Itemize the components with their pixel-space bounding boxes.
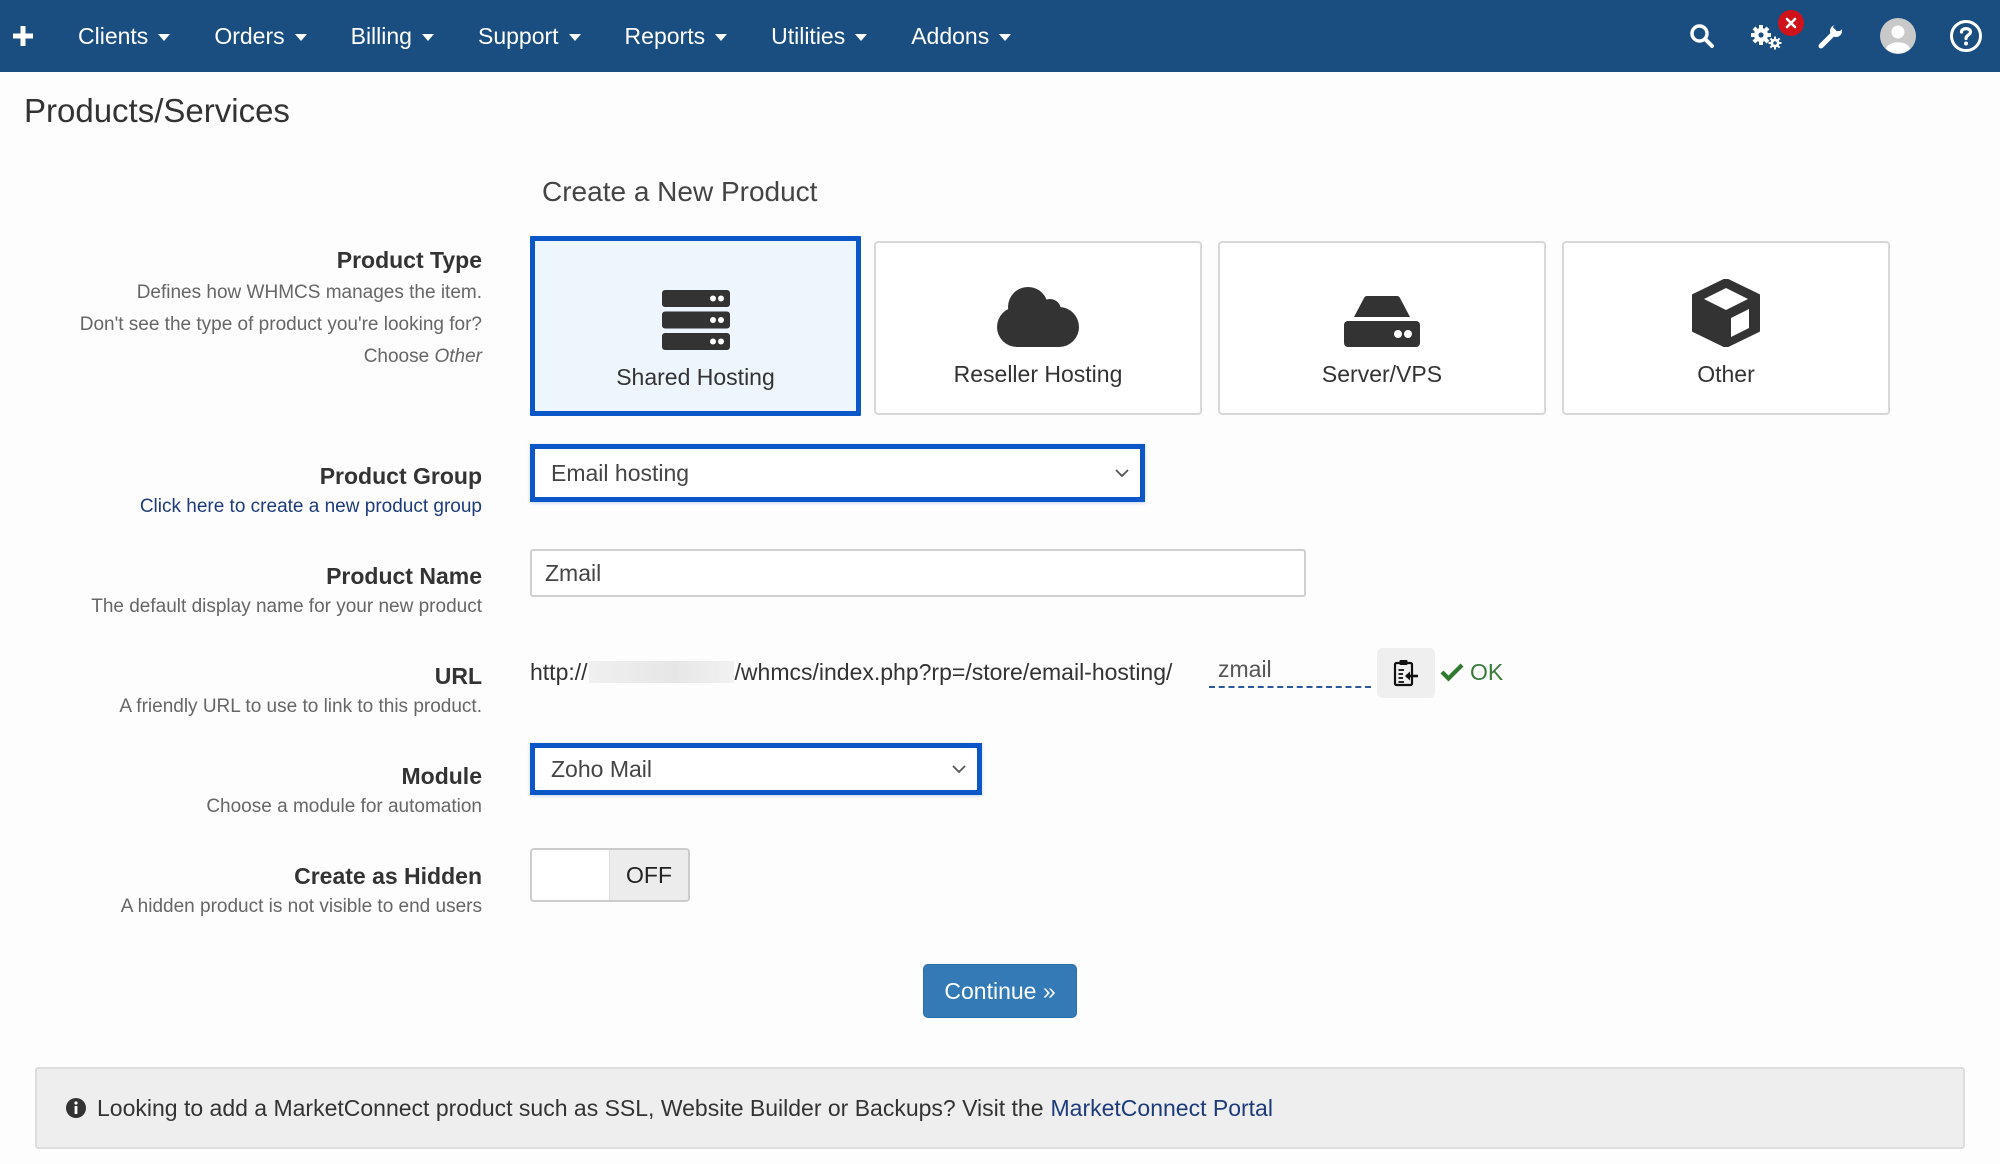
caret-down-icon <box>855 34 868 41</box>
product-name-label: Product Name <box>326 563 482 589</box>
choose-prefix: Choose <box>363 346 430 367</box>
choose-other: Other <box>434 346 482 367</box>
product-type-help-2: Don't see the type of product you're loo… <box>79 314 482 335</box>
nav-item-label: Addons <box>911 22 990 49</box>
nav-item-label: Billing <box>350 22 412 49</box>
module-label: Module <box>401 763 483 789</box>
nav-item-label: Reports <box>624 22 706 49</box>
chevron-down-icon <box>952 765 966 774</box>
module-label-group: Module Choose a module for automation <box>0 761 482 823</box>
redacted-domain <box>588 661 734 683</box>
search-icon <box>1690 24 1714 48</box>
url-prefix: http:// <box>530 658 588 685</box>
section-title: Create a New Product <box>542 176 818 207</box>
close-x-icon <box>1785 17 1797 29</box>
toggle-knob <box>532 850 610 900</box>
clipboard-paste-icon <box>1393 660 1418 687</box>
create-hidden-toggle[interactable]: OFF <box>530 848 690 902</box>
hidden-help: A hidden product is not visible to end u… <box>120 896 482 917</box>
url-path: /whmcs/index.php?rp=/store/email-hosting… <box>734 658 1173 685</box>
product-name-input[interactable]: Zmail <box>530 549 1306 597</box>
product-type-option-label: Shared Hosting <box>616 364 775 390</box>
url-slug-input[interactable]: zmail <box>1209 652 1371 688</box>
product-type-help-1: Defines how WHMCS manages the item. <box>136 282 482 303</box>
module-help: Choose a module for automation <box>206 796 482 817</box>
caret-down-icon <box>158 34 171 41</box>
system-health-button[interactable] <box>1734 0 1804 72</box>
nav-item-clients[interactable]: Clients <box>62 0 186 72</box>
product-type-label-group: Product Type Defines how WHMCS manages t… <box>0 245 482 373</box>
nav-item-label: Utilities <box>771 22 846 49</box>
nav-item-addons[interactable]: Addons <box>895 0 1027 72</box>
checkmark-icon <box>1440 663 1464 682</box>
product-type-option-label: Other <box>1697 361 1755 387</box>
help-button[interactable] <box>1932 0 2000 72</box>
product-type-shared-hosting[interactable]: Shared Hosting <box>530 236 861 416</box>
nav-item-utilities[interactable]: Utilities <box>755 0 883 72</box>
product-type-reseller-hosting[interactable]: Reseller Hosting <box>874 241 1202 415</box>
top-navbar: Clients Orders Billing Support Reports U… <box>0 0 2000 72</box>
url-label: URL <box>434 663 482 689</box>
url-help: A friendly URL to use to link to this pr… <box>119 696 482 717</box>
product-name-label-group: Product Name The default display name fo… <box>0 561 482 623</box>
product-group-label-group: Product Group Click here to create a new… <box>0 461 482 523</box>
nav-item-orders[interactable]: Orders <box>198 0 322 72</box>
nav-item-label: Orders <box>214 22 285 49</box>
product-type-option-label: Server/VPS <box>1321 361 1443 387</box>
cloud-icon <box>997 287 1079 347</box>
nav-item-label: Support <box>477 22 559 49</box>
page-title: Products/Services <box>24 92 290 129</box>
url-label-group: URL A friendly URL to use to link to thi… <box>0 661 482 723</box>
product-group-select[interactable]: Email hosting <box>530 444 1145 502</box>
plus-icon <box>13 26 33 46</box>
product-group-value: Email hosting <box>551 459 690 486</box>
marketconnect-portal-link[interactable]: MarketConnect Portal <box>1051 1095 1273 1122</box>
url-status-text: OK <box>1470 658 1504 685</box>
setup-button[interactable] <box>1798 0 1864 72</box>
continue-button[interactable]: Continue » <box>923 964 1077 1018</box>
nav-item-reports[interactable]: Reports <box>609 0 744 72</box>
caret-down-icon <box>568 34 581 41</box>
hdd-icon <box>1344 296 1420 347</box>
add-new-button[interactable] <box>0 0 46 72</box>
server-stack-icon <box>661 290 730 350</box>
create-product-group-link[interactable]: Click here to create a new product group <box>0 491 482 523</box>
product-type-label: Product Type <box>336 247 482 273</box>
caret-down-icon <box>715 34 728 41</box>
account-menu-button[interactable] <box>1864 0 1932 72</box>
info-circle-icon <box>65 1097 87 1119</box>
main-menu: Clients Orders Billing Support Reports U… <box>46 0 1039 72</box>
chevron-down-icon <box>1115 469 1129 478</box>
product-type-server-vps[interactable]: Server/VPS <box>1218 241 1546 415</box>
nav-utility-icons <box>1670 0 2000 72</box>
nav-item-billing[interactable]: Billing <box>335 0 450 72</box>
info-text: Looking to add a MarketConnect product s… <box>97 1094 1044 1121</box>
paste-slug-button[interactable] <box>1377 648 1435 698</box>
toggle-state-label: OFF <box>610 850 688 900</box>
product-type-help-3: Choose Other <box>0 341 482 373</box>
module-value: Zoho Mail <box>551 755 652 782</box>
nav-item-label: Clients <box>78 22 149 49</box>
product-type-option-label: Reseller Hosting <box>953 361 1123 387</box>
module-select[interactable]: Zoho Mail <box>530 743 982 795</box>
product-group-label: Product Group <box>319 463 482 489</box>
help-icon <box>1950 20 1982 52</box>
user-avatar-icon <box>1880 18 1916 54</box>
hidden-label-group: Create as Hidden A hidden product is not… <box>0 861 482 923</box>
wrench-icon <box>1818 23 1843 49</box>
url-status: OK <box>1440 655 1503 689</box>
caret-down-icon <box>421 34 434 41</box>
hidden-label: Create as Hidden <box>294 863 482 889</box>
nav-item-support[interactable]: Support <box>462 0 597 72</box>
product-type-other[interactable]: Other <box>1562 241 1890 415</box>
url-preview: http:// /whmcs/index.php?rp=/store/email… <box>530 652 1172 692</box>
cube-icon <box>1692 279 1760 347</box>
marketconnect-info-alert: Looking to add a MarketConnect product s… <box>35 1067 1965 1149</box>
search-button[interactable] <box>1670 0 1734 72</box>
product-name-help: The default display name for your new pr… <box>91 596 482 617</box>
caret-down-icon <box>999 34 1012 41</box>
caret-down-icon <box>294 34 307 41</box>
